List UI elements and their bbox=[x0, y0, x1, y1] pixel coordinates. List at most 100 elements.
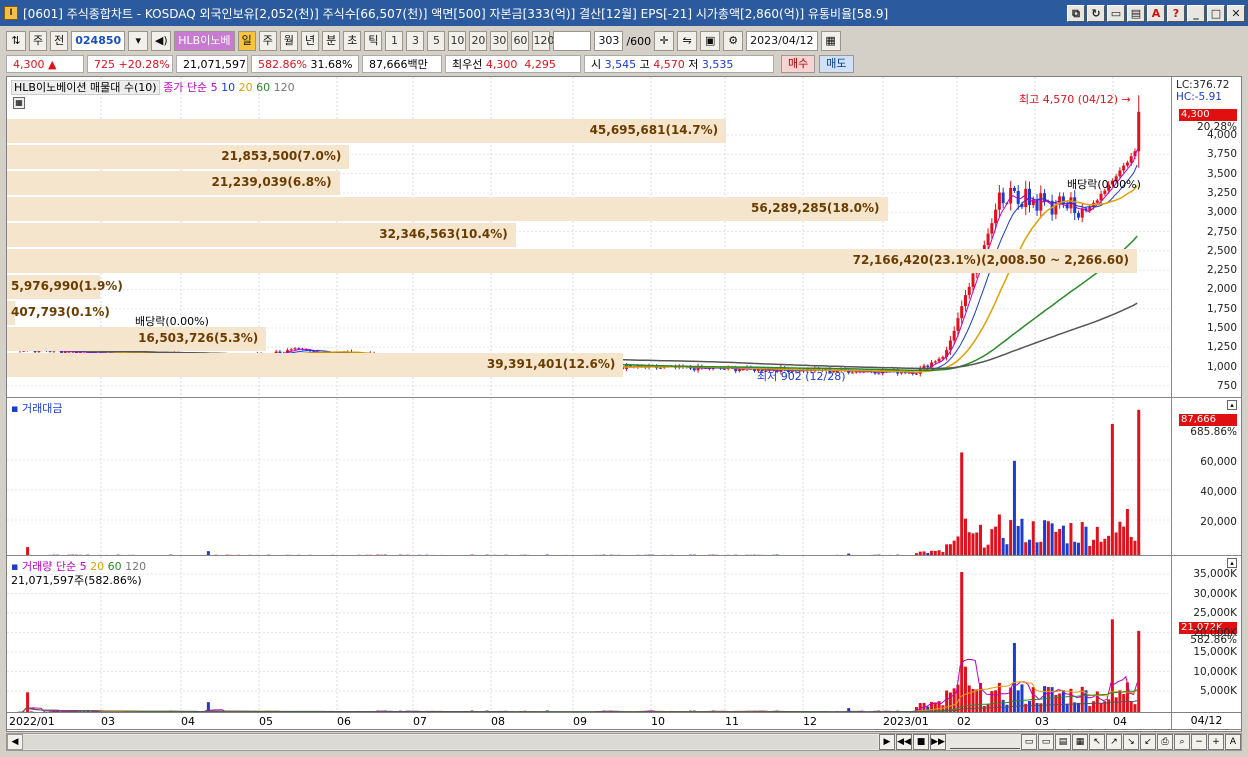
date-input[interactable]: 2023/04/12 bbox=[746, 31, 818, 51]
hc-label: HC:-5.91 bbox=[1176, 91, 1222, 103]
stock-name-field[interactable]: HLB이노베 bbox=[174, 31, 235, 51]
layout-4-icon[interactable]: ▦ bbox=[1072, 734, 1088, 750]
timeframe-second[interactable]: 초 bbox=[343, 31, 362, 51]
price-legend-ma: 종가 단순 bbox=[163, 81, 208, 94]
timeframe-week[interactable]: 주 bbox=[258, 31, 277, 51]
buy-button[interactable]: 매수 bbox=[781, 55, 816, 73]
search-icon[interactable]: ▾ bbox=[128, 31, 149, 51]
amount-axis[interactable]: ▴ 87,666 685.86% 60,000 40,000 20,000 bbox=[1171, 397, 1241, 555]
price-axis[interactable]: LC:376.72 HC:-5.91 4,300 20.28% 4,000 3,7… bbox=[1171, 77, 1241, 397]
amount-bar bbox=[1039, 541, 1043, 556]
layout-3-icon[interactable]: ▤ bbox=[1055, 734, 1071, 750]
stop-icon[interactable]: ■ bbox=[913, 734, 929, 750]
pane-close-icon[interactable]: ▴ bbox=[1227, 400, 1237, 410]
compare-icon[interactable]: ⇋ bbox=[677, 31, 698, 51]
amount-pane[interactable]: ▪ 거래대금 bbox=[7, 397, 1173, 556]
tool-4-icon[interactable]: ↙ bbox=[1140, 734, 1156, 750]
timeframe-tick[interactable]: 틱 bbox=[364, 31, 383, 51]
interval-30[interactable]: 30 bbox=[490, 31, 509, 51]
help-icon[interactable]: ? bbox=[1167, 4, 1185, 22]
market-select[interactable]: 주 bbox=[29, 31, 48, 51]
date-tick: 08 bbox=[491, 715, 505, 728]
timeframe-year[interactable]: 년 bbox=[300, 31, 320, 51]
play-icon[interactable]: ▶ bbox=[879, 734, 895, 750]
amount-bar bbox=[1012, 460, 1016, 556]
volume-axis[interactable]: ▴ 21,072K 582.86% 35,000K 30,000K 25,000K 2… bbox=[1171, 555, 1241, 713]
tool-1-icon[interactable]: ↖ bbox=[1089, 734, 1105, 750]
price-tick: 750 bbox=[1216, 379, 1237, 392]
price-tick: 1,750 bbox=[1206, 302, 1237, 315]
window-icon[interactable]: ▭ bbox=[1107, 4, 1125, 22]
volume-profile-label: 56,289,285(18.0%) bbox=[751, 201, 880, 215]
maximize-button[interactable]: □ bbox=[1207, 4, 1225, 22]
layout-2-icon[interactable]: ▭ bbox=[1038, 734, 1054, 750]
interval-60[interactable]: 60 bbox=[511, 31, 530, 51]
grid-toggle-icon[interactable]: ▦ bbox=[13, 97, 25, 109]
fast-forward-icon[interactable]: ▶▶ bbox=[930, 734, 946, 750]
close-button[interactable]: ✕ bbox=[1227, 4, 1245, 22]
price-legend: HLB이노베이션 매물대 수(10) 종가 단순 5 10 20 60 120 bbox=[11, 79, 295, 95]
price-pane[interactable]: 45,695,681(14.7%) 21,853,500(7.0%) 21,239,… bbox=[7, 77, 1173, 397]
pin-icon[interactable]: ⇅ bbox=[6, 31, 26, 51]
volume-pane[interactable]: ▪ 거래량 단순 5 20 60 120 21,071,597주(582.86%… bbox=[7, 555, 1173, 714]
zoom-in-icon[interactable]: + bbox=[1208, 734, 1224, 750]
price-legend-name[interactable]: HLB이노베이션 매물대 수(10) bbox=[11, 80, 160, 95]
volume-bar bbox=[967, 685, 971, 714]
timeframe-day[interactable]: 일 bbox=[237, 31, 256, 51]
amount-bar bbox=[1110, 423, 1114, 556]
interval-3[interactable]: 3 bbox=[406, 31, 425, 51]
calendar-icon[interactable]: ▦ bbox=[820, 31, 841, 51]
tool-3-icon[interactable]: ↘ bbox=[1123, 734, 1139, 750]
zoom-search-icon[interactable]: ⌕ bbox=[1174, 734, 1190, 750]
font-icon[interactable]: A bbox=[1147, 4, 1165, 22]
amount-legend: ▪ 거래대금 bbox=[11, 402, 63, 415]
chart-area[interactable]: 45,695,681(14.7%) 21,853,500(7.0%) 21,239,… bbox=[6, 76, 1242, 732]
speaker-icon[interactable]: ◀) bbox=[151, 31, 172, 51]
volume-bar bbox=[1069, 688, 1073, 714]
volume-ratio: 582.86% bbox=[258, 57, 307, 71]
count-input[interactable]: 303 bbox=[594, 31, 624, 51]
tool-2-icon[interactable]: ↗ bbox=[1106, 734, 1122, 750]
prev-select[interactable]: 전 bbox=[50, 31, 69, 51]
sell-button[interactable]: 매도 bbox=[819, 55, 854, 73]
volume-bar bbox=[1137, 630, 1141, 714]
save-icon[interactable]: ▣ bbox=[700, 31, 721, 51]
scroll-track[interactable] bbox=[23, 735, 878, 749]
zoom-slider[interactable] bbox=[950, 735, 1020, 749]
amount-bar bbox=[1061, 525, 1065, 556]
minimize-button[interactable]: _ bbox=[1187, 4, 1205, 22]
settings-icon[interactable]: ⚙ bbox=[723, 31, 744, 51]
high-marker-label: 최고 4,570 (04/12) bbox=[1019, 93, 1119, 106]
capture-icon[interactable]: ⎙ bbox=[1157, 734, 1173, 750]
custom-interval-input[interactable] bbox=[553, 31, 592, 51]
amount-bar bbox=[1028, 539, 1031, 556]
interval-5[interactable]: 5 bbox=[427, 31, 446, 51]
interval-1[interactable]: 1 bbox=[385, 31, 404, 51]
interval-20[interactable]: 20 bbox=[469, 31, 488, 51]
font-size-icon[interactable]: A bbox=[1225, 734, 1241, 750]
interval-10[interactable]: 10 bbox=[448, 31, 467, 51]
volume-profile-layer: 45,695,681(14.7%) 21,853,500(7.0%) 21,239,… bbox=[7, 77, 1173, 397]
volume-bar bbox=[1061, 690, 1065, 714]
timeframe-minute[interactable]: 분 bbox=[322, 31, 341, 51]
date-tick: 04 bbox=[181, 715, 195, 728]
date-current: 04/12 bbox=[1171, 713, 1241, 729]
scroll-left-button[interactable]: ◀ bbox=[7, 734, 23, 750]
crosshair-icon[interactable]: ✛ bbox=[654, 31, 675, 51]
refresh-icon[interactable]: ↻ bbox=[1087, 4, 1105, 22]
volume-bar bbox=[1020, 684, 1024, 714]
timeframe-month[interactable]: 월 bbox=[279, 31, 298, 51]
stock-code-input[interactable]: 024850 bbox=[71, 31, 126, 51]
step-back-icon[interactable]: ◀◀ bbox=[896, 734, 912, 750]
turnover: 31.68% bbox=[310, 57, 353, 71]
interval-120[interactable]: 120 bbox=[532, 31, 554, 51]
zoom-out-icon[interactable]: − bbox=[1191, 734, 1207, 750]
link-icon[interactable]: ⧉ bbox=[1067, 4, 1085, 22]
pane-close-icon[interactable]: ▴ bbox=[1227, 558, 1237, 568]
layout-1-icon[interactable]: ▭ bbox=[1021, 734, 1037, 750]
amount-bar bbox=[971, 533, 975, 556]
screen-icon[interactable]: ▤ bbox=[1127, 4, 1145, 22]
chart-scrollbar[interactable]: ◀ ▶ ◀◀ ■ ▶▶ ▭ ▭ ▤ ▦ ↖ ↗ ↘ ↙ ⎙ ⌕ − + A bbox=[6, 733, 1242, 751]
open-price: 3,545 bbox=[604, 57, 637, 71]
volume-profile-label: 72,166,420(23.1%)(2,008.50 ~ 2,266.60) bbox=[852, 253, 1129, 267]
